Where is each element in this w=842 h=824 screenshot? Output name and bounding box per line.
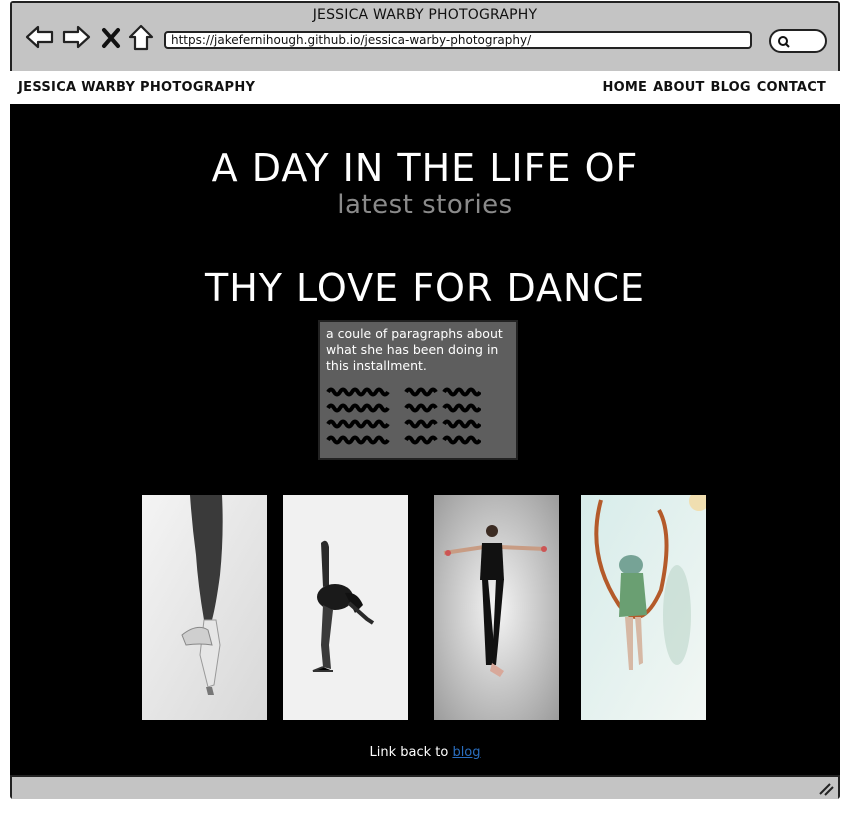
site-brand[interactable]: JESSICA WARBY PHOTOGRAPHY	[18, 80, 255, 95]
forward-arrow-icon[interactable]	[60, 21, 92, 53]
footer-link-line: Link back to blog	[10, 745, 840, 760]
browser-search-field[interactable]	[769, 29, 827, 53]
blog-link[interactable]: blog	[452, 745, 480, 760]
home-icon[interactable]	[126, 21, 158, 53]
site-menu: HOME ABOUT BLOG CONTACT	[603, 80, 826, 95]
nav-about[interactable]: ABOUT	[653, 80, 704, 95]
nav-contact[interactable]: CONTACT	[757, 80, 826, 95]
main-content: A DAY IN THE LIFE OF latest stories THY …	[10, 104, 840, 775]
story-text-box: a coule of paragraphs about what she has…	[318, 320, 518, 460]
story-text: a coule of paragraphs about what she has…	[326, 326, 503, 373]
pointe-shoe-photo[interactable]	[142, 495, 267, 720]
browser-chrome: JESSICA WARBY PHOTOGRAPHY https://jakefe…	[12, 3, 838, 69]
site-nav-bar: JESSICA WARBY PHOTOGRAPHY HOME ABOUT BLO…	[0, 71, 842, 104]
nav-blog[interactable]: BLOG	[711, 80, 751, 95]
footer-text: Link back to	[369, 745, 453, 760]
dancer-bend-photo[interactable]	[283, 495, 408, 720]
nav-home[interactable]: HOME	[603, 80, 648, 95]
back-arrow-icon[interactable]	[24, 21, 56, 53]
search-icon	[778, 36, 790, 48]
dancer-ribbon-photo[interactable]	[581, 495, 706, 720]
page-heading: A DAY IN THE LIFE OF	[211, 146, 639, 190]
status-bar	[12, 775, 838, 799]
resize-grip-icon[interactable]	[818, 781, 834, 800]
placeholder-text-scribble	[326, 386, 510, 446]
story-title: THY LOVE FOR DANCE	[204, 266, 646, 310]
page-subheading: latest stories	[337, 190, 513, 220]
url-input[interactable]: https://jakefernihough.github.io/jessica…	[164, 31, 752, 49]
dancer-arms-out-photo[interactable]	[434, 495, 559, 720]
